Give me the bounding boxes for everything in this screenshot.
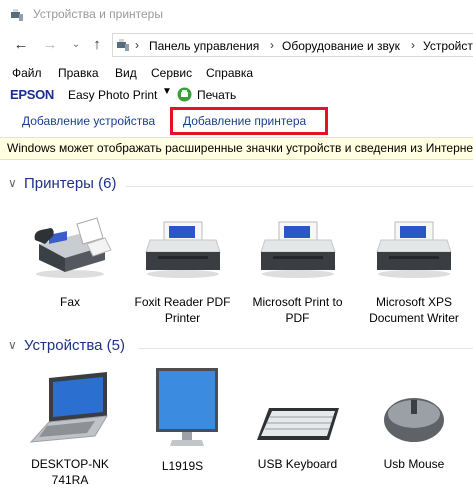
device-label: Microsoft XPS Document Writer: [369, 295, 459, 325]
up-arrow-icon[interactable]: ↑: [88, 36, 106, 54]
device-label: L1919S: [161, 459, 204, 473]
command-bar: Добавление устройства Добавление принтер…: [0, 106, 473, 138]
group-devices-label: Устройства (5): [24, 337, 125, 354]
add-printer-button[interactable]: Добавление принтера: [183, 114, 306, 128]
device-item-usb-keyboard[interactable]: USB Keyboard: [240, 380, 355, 472]
info-bar-text: Windows может отображать расширенные зна…: [7, 141, 473, 155]
device-item-ms-print-pdf[interactable]: Microsoft Print to PDF: [240, 210, 355, 326]
dropdown-arrow-icon[interactable]: ▼: [162, 86, 172, 97]
device-label: Fax: [59, 295, 80, 309]
group-divider: [138, 348, 473, 349]
keyboard-icon: [256, 408, 339, 440]
device-label: Microsoft Print to PDF: [252, 295, 343, 325]
monitor-icon: [155, 368, 218, 446]
group-printers-header[interactable]: ∨ Принтеры (6): [8, 175, 473, 197]
control-panel-icon: [117, 39, 129, 51]
window-title: Устройства и принтеры: [33, 7, 163, 21]
breadcrumb-devices[interactable]: Устройст: [423, 39, 473, 53]
print-button[interactable]: Печать: [197, 88, 236, 102]
recent-chevron-icon[interactable]: ⌄: [67, 36, 85, 54]
add-device-button[interactable]: Добавление устройства: [22, 114, 155, 128]
device-item-fax[interactable]: Fax: [15, 210, 125, 310]
address-row: ← → ⌄ ↑ › Панель управления › Оборудован…: [0, 30, 473, 60]
breadcrumb-separator-icon: ›: [411, 38, 415, 52]
printer-icon: [376, 221, 452, 278]
title-bar: Устройства и принтеры: [0, 0, 473, 30]
mouse-icon: [384, 398, 444, 442]
info-bar[interactable]: Windows может отображать расширенные зна…: [0, 138, 473, 160]
breadcrumb-hardware-sound[interactable]: Оборудование и звук: [282, 39, 400, 53]
print-icon: [177, 87, 192, 102]
collapse-chevron-icon[interactable]: ∨: [8, 176, 17, 190]
easy-photo-print-button[interactable]: Easy Photo Print: [68, 88, 157, 102]
group-devices-header[interactable]: ∨ Устройства (5): [8, 337, 473, 359]
device-item-usb-mouse[interactable]: Usb Mouse: [355, 380, 473, 472]
laptop-icon: [29, 372, 108, 443]
menu-tools[interactable]: Сервис: [151, 66, 192, 80]
back-arrow-icon[interactable]: ←: [12, 36, 30, 54]
fax-icon: [34, 217, 112, 278]
forward-arrow-icon[interactable]: →: [41, 36, 59, 54]
device-item-desktop[interactable]: DESKTOP-NK741RA: [15, 370, 125, 488]
epson-logo: EPSON: [10, 87, 55, 102]
menu-bar: Файл Правка Вид Сервис Справка: [0, 62, 473, 84]
device-label: Usb Mouse: [383, 457, 445, 471]
collapse-chevron-icon[interactable]: ∨: [8, 338, 17, 352]
devices-printers-icon: [11, 9, 23, 21]
device-item-l1919s[interactable]: L1919S: [125, 366, 240, 474]
breadcrumb-control-panel[interactable]: Панель управления: [149, 39, 259, 53]
printer-icon: [259, 221, 336, 278]
menu-edit[interactable]: Правка: [58, 66, 99, 80]
address-bar[interactable]: › Панель управления › Оборудование и зву…: [112, 33, 473, 57]
menu-help[interactable]: Справка: [206, 66, 253, 80]
device-item-ms-xps-writer[interactable]: Microsoft XPS Document Writer: [355, 210, 473, 326]
group-divider: [126, 186, 473, 187]
group-printers-label: Принтеры (6): [24, 175, 117, 192]
device-label: USB Keyboard: [257, 457, 338, 471]
menu-view[interactable]: Вид: [115, 66, 137, 80]
device-label: DESKTOP-NK741RA: [31, 457, 109, 487]
menu-file[interactable]: Файл: [12, 66, 42, 80]
device-label: Foxit Reader PDF Printer: [134, 295, 231, 325]
printer-icon: [144, 221, 221, 278]
epson-toolbar: EPSON Easy Photo Print ▼ Печать: [0, 84, 473, 106]
device-item-foxit-printer[interactable]: Foxit Reader PDF Printer: [125, 210, 240, 326]
breadcrumb-separator-icon: ›: [270, 38, 274, 52]
breadcrumb-separator-icon: ›: [135, 38, 139, 52]
